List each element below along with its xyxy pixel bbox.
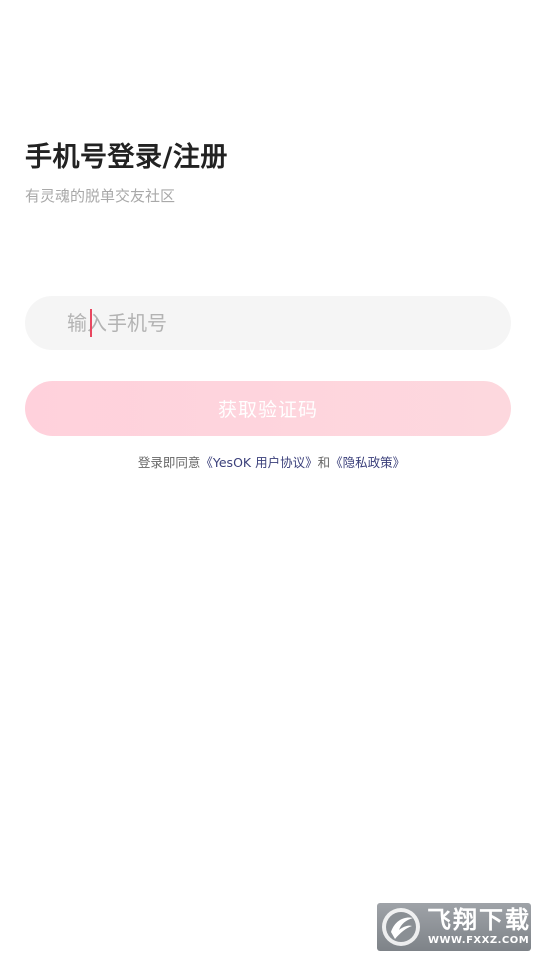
page-subtitle: 有灵魂的脱单交友社区 [25,187,176,205]
agreement-text: 登录即同意《YesOK 用户协议》和《隐私政策》 [0,453,543,473]
watermark: 飞翔下载 WWW.FXXZ.COM [377,903,531,951]
watermark-url: WWW.FXXZ.COM [428,935,530,946]
privacy-policy-link[interactable]: 《隐私政策》 [330,455,405,470]
page-title: 手机号登录/注册 [25,142,228,173]
text-caret [90,309,92,337]
phone-input[interactable] [67,303,487,343]
user-agreement-link[interactable]: 《YesOK 用户协议》 [200,455,317,470]
login-screen: 手机号登录/注册 有灵魂的脱单交友社区 获取验证码 登录即同意《YesOK 用户… [0,0,543,962]
agreement-connector: 和 [317,455,331,470]
phone-field[interactable] [25,296,511,350]
agreement-prefix: 登录即同意 [137,455,201,470]
watermark-brand: 飞翔下载 [427,906,531,934]
fxxz-logo-icon [382,908,420,946]
get-code-button[interactable]: 获取验证码 [25,381,511,436]
